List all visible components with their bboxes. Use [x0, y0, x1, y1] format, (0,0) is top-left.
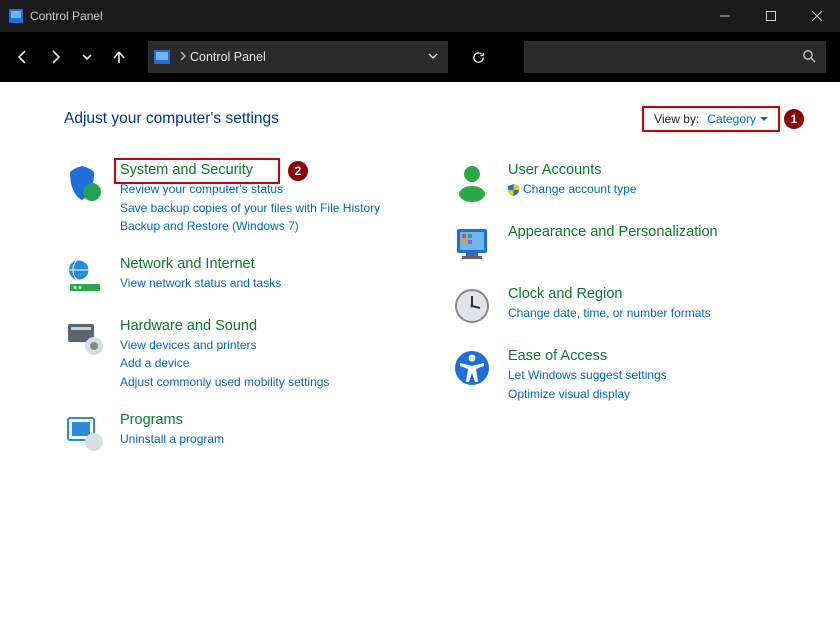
category-link[interactable]: Optimize visual display: [508, 385, 667, 404]
minimize-button[interactable]: [702, 0, 748, 32]
right-column: User Accounts Change account type Appear…: [452, 162, 780, 474]
category-system-security: 2 System and Security Review your comput…: [64, 162, 392, 236]
category-title[interactable]: Ease of Access: [508, 348, 667, 364]
breadcrumb-separator[interactable]: [176, 50, 190, 64]
search-input[interactable]: [524, 41, 826, 73]
category-link[interactable]: View network status and tasks: [120, 274, 281, 293]
view-by-label: View by:: [654, 112, 699, 126]
view-by-selector[interactable]: View by: Category 1: [642, 106, 780, 132]
appearance-icon: [452, 224, 494, 266]
back-button[interactable]: [14, 48, 32, 66]
control-panel-icon: [148, 41, 176, 73]
category-user-accounts: User Accounts Change account type: [452, 162, 780, 204]
category-appearance: Appearance and Personalization: [452, 224, 780, 266]
toolbar: Control Panel: [0, 32, 840, 82]
annotation-marker-2: 2: [288, 161, 308, 181]
annotation-highlight-2: [114, 158, 280, 184]
refresh-button[interactable]: [462, 41, 494, 73]
category-clock-region: Clock and Region Change date, time, or n…: [452, 286, 780, 328]
left-column: 2 System and Security Review your comput…: [64, 162, 392, 474]
breadcrumb-item[interactable]: Control Panel: [190, 50, 266, 64]
category-link[interactable]: Change account type: [508, 180, 636, 199]
category-title[interactable]: Appearance and Personalization: [508, 224, 718, 240]
titlebar: Control Panel: [0, 0, 840, 32]
uac-shield-icon: [508, 183, 519, 195]
category-title[interactable]: Network and Internet: [120, 256, 281, 272]
category-link[interactable]: Let Windows suggest settings: [508, 366, 667, 385]
hardware-icon: [64, 318, 106, 360]
annotation-marker-1: 1: [784, 109, 804, 129]
network-icon: [64, 256, 106, 298]
close-button[interactable]: [794, 0, 840, 32]
content-area: Adjust your computer's settings View by:…: [0, 82, 840, 635]
system-security-icon: [64, 162, 106, 204]
category-ease-of-access: Ease of Access Let Windows suggest setti…: [452, 348, 780, 403]
clock-icon: [452, 286, 494, 328]
search-icon: [802, 49, 816, 66]
category-link[interactable]: View devices and printers: [120, 336, 329, 355]
forward-button[interactable]: [46, 48, 64, 66]
window-title: Control Panel: [30, 9, 103, 23]
user-accounts-icon: [452, 162, 494, 204]
category-programs: Programs Uninstall a program: [64, 412, 392, 454]
accessibility-icon: [452, 348, 494, 390]
category-title[interactable]: Clock and Region: [508, 286, 711, 302]
category-link[interactable]: Save backup copies of your files with Fi…: [120, 199, 380, 218]
category-title[interactable]: Programs: [120, 412, 224, 428]
category-link[interactable]: Backup and Restore (Windows 7): [120, 217, 380, 236]
address-bar[interactable]: Control Panel: [148, 41, 448, 73]
category-link[interactable]: Add a device: [120, 354, 329, 373]
category-link[interactable]: Uninstall a program: [120, 430, 224, 449]
chevron-down-icon: [760, 115, 768, 123]
view-by-value[interactable]: Category: [707, 112, 768, 126]
category-hardware-sound: Hardware and Sound View devices and prin…: [64, 318, 392, 392]
category-link[interactable]: Adjust commonly used mobility settings: [120, 373, 329, 392]
category-title[interactable]: Hardware and Sound: [120, 318, 329, 334]
category-title[interactable]: User Accounts: [508, 162, 636, 178]
up-button[interactable]: [110, 48, 128, 66]
page-title: Adjust your computer's settings: [64, 110, 279, 128]
address-dropdown-button[interactable]: [428, 50, 438, 64]
recent-locations-button[interactable]: [78, 48, 96, 66]
app-icon: [8, 8, 24, 24]
maximize-button[interactable]: [748, 0, 794, 32]
category-link[interactable]: Change date, time, or number formats: [508, 304, 711, 323]
programs-icon: [64, 412, 106, 454]
category-network-internet: Network and Internet View network status…: [64, 256, 392, 298]
